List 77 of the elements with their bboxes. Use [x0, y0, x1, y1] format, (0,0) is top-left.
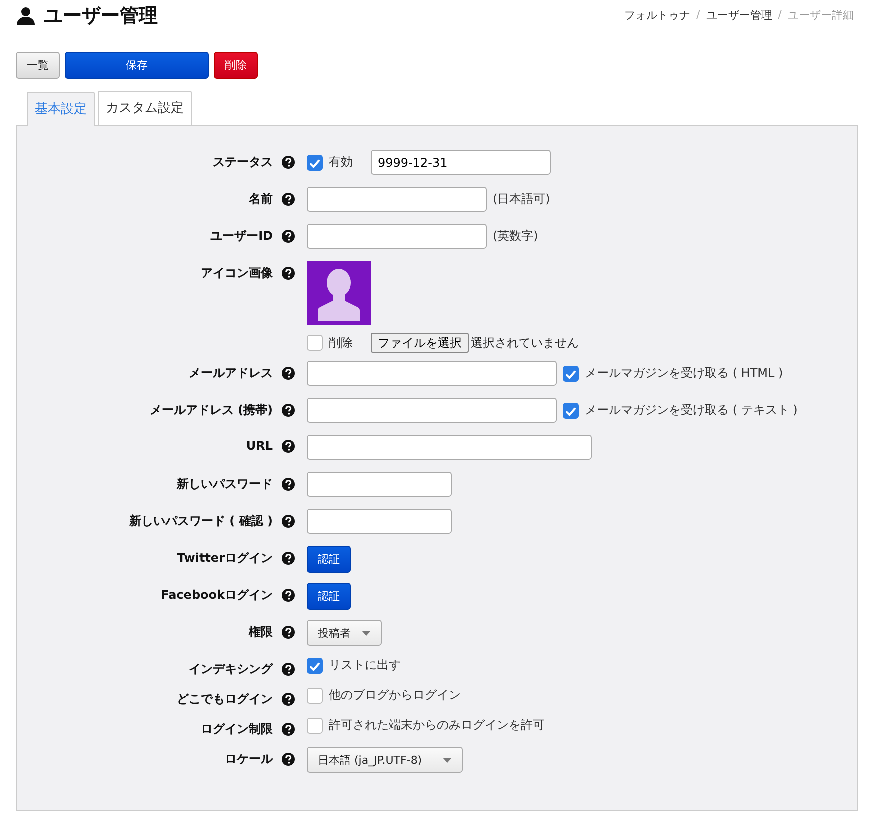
input-field[interactable]: 9999-12-31	[371, 150, 551, 175]
field-label: アイコン画像	[201, 265, 273, 282]
dropdown[interactable]: 日本語 (ja_JP.UTF-8)	[307, 747, 463, 773]
checkbox[interactable]	[307, 688, 323, 704]
help-icon	[282, 440, 295, 452]
hint-text: (日本語可)	[493, 191, 550, 208]
help-icon	[282, 693, 295, 706]
help-icon	[282, 589, 295, 602]
list-button[interactable]: 一覧	[16, 52, 60, 79]
input-field[interactable]	[307, 187, 487, 212]
breadcrumb-separator: /	[778, 8, 782, 23]
help-icon	[282, 626, 295, 639]
help-icon	[282, 267, 295, 280]
file-status: 選択されていません	[471, 334, 579, 352]
checkbox-label: 削除	[329, 334, 353, 352]
field-label: 権限	[249, 624, 273, 641]
caret-icon	[362, 630, 371, 636]
checkbox[interactable]	[307, 154, 323, 170]
field-label: 新しいパスワード	[177, 476, 273, 493]
input-field[interactable]	[307, 224, 487, 249]
help-icon	[282, 515, 295, 528]
checkbox-label: 他のブログからログイン	[329, 687, 461, 704]
save-button[interactable]: 保存	[65, 52, 209, 79]
breadcrumb-current: ユーザー詳細	[788, 8, 854, 23]
checkbox-label: メールマガジンを受け取る ( テキスト )	[585, 402, 798, 419]
checkbox-label: メールマガジンを受け取る ( HTML )	[585, 365, 784, 382]
field-label: ユーザーID	[210, 228, 273, 245]
field-label: Twitterログイン	[177, 550, 273, 567]
input-field[interactable]	[307, 435, 592, 460]
help-icon	[282, 723, 295, 736]
delete-button[interactable]: 削除	[214, 52, 258, 79]
checkbox-label: 有効	[329, 154, 353, 171]
help-icon	[282, 193, 295, 206]
avatar-icon	[307, 261, 371, 325]
field-label: URL	[246, 439, 273, 453]
auth-button[interactable]: 認証	[307, 546, 351, 573]
help-icon	[282, 404, 295, 417]
field-label: メールアドレス (携帯)	[150, 402, 273, 419]
help-icon	[282, 478, 295, 491]
help-icon	[282, 367, 295, 380]
checkbox[interactable]	[307, 335, 323, 351]
checkbox-label: リストに出す	[329, 657, 401, 674]
input-field[interactable]	[307, 509, 452, 534]
field-label: 名前	[249, 191, 273, 208]
breadcrumb-link[interactable]: フォルトゥナ	[624, 8, 691, 23]
breadcrumb-separator: /	[696, 8, 700, 23]
help-icon	[282, 156, 295, 169]
user-icon	[16, 6, 36, 26]
checkbox[interactable]	[563, 402, 579, 418]
help-icon	[282, 230, 295, 243]
field-label: インデキシング	[189, 661, 273, 678]
checkbox[interactable]	[307, 658, 323, 674]
input-field[interactable]	[307, 361, 557, 386]
dropdown[interactable]: 投稿者	[307, 620, 382, 646]
field-label: どこでもログイン	[177, 691, 273, 708]
checkbox[interactable]	[307, 718, 323, 734]
input-field[interactable]	[307, 472, 452, 497]
checkbox-label: 許可された端末からのみログインを許可	[329, 717, 545, 734]
auth-button[interactable]: 認証	[307, 583, 351, 610]
input-field[interactable]	[307, 398, 557, 423]
field-label: ロケール	[225, 751, 273, 768]
checkbox[interactable]	[563, 366, 579, 382]
file-button[interactable]: ファイルを選択	[371, 333, 469, 353]
page-title: ユーザー管理	[44, 4, 158, 28]
field-label: Facebookログイン	[161, 587, 273, 604]
field-label: ログイン制限	[201, 721, 273, 738]
help-icon	[282, 552, 295, 565]
hint-text: (英数字)	[493, 228, 538, 245]
breadcrumb-link[interactable]: ユーザー管理	[706, 8, 772, 23]
help-icon	[282, 663, 295, 676]
field-label: メールアドレス	[189, 365, 273, 382]
field-label: 新しいパスワード ( 確認 )	[129, 513, 273, 530]
tab[interactable]: カスタム設定	[98, 91, 192, 125]
caret-icon	[443, 758, 452, 762]
field-label: ステータス	[213, 154, 273, 171]
tab[interactable]: 基本設定	[27, 92, 95, 126]
help-icon	[282, 753, 295, 766]
